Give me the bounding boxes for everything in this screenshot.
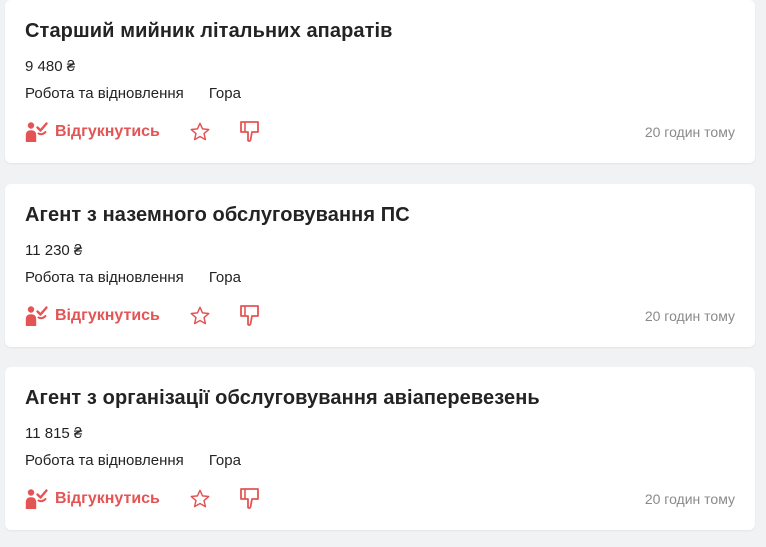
thumbs-down-icon: [239, 488, 259, 510]
favorite-button[interactable]: [186, 486, 214, 512]
posted-time: 20 годин тому: [644, 308, 735, 324]
vacancy-city: Гора: [208, 269, 241, 286]
respond-label: Відгукнутись: [55, 123, 160, 140]
vacancy-card[interactable]: Агент з наземного обслуговування ПС 11 2…: [5, 184, 755, 347]
vacancy-card[interactable]: Старший мийник літальних апаратів 9 480 …: [5, 0, 755, 163]
vacancy-salary: 9 480 ₴: [25, 58, 76, 75]
vacancy-actions: Відгукнутись: [25, 303, 264, 329]
vacancy-meta: Робота та відновлення Гора: [25, 269, 241, 286]
posted-time: 20 годин тому: [644, 124, 735, 140]
vacancy-city: Гора: [208, 85, 241, 102]
vacancy-card[interactable]: Агент з організації обслуговування авіап…: [5, 367, 755, 530]
vacancy-list: Старший мийник літальних апаратів 9 480 …: [0, 0, 766, 547]
star-outline-icon: [190, 306, 210, 325]
vacancy-category: Робота та відновлення: [25, 452, 184, 469]
vacancy-title[interactable]: Агент з наземного обслуговування ПС: [25, 204, 410, 227]
vacancy-category: Робота та відновлення: [25, 85, 184, 102]
vacancy-title[interactable]: Агент з організації обслуговування авіап…: [25, 387, 540, 410]
dislike-button[interactable]: [236, 486, 264, 512]
respond-label: Відгукнутись: [55, 490, 160, 507]
vacancy-meta: Робота та відновлення Гора: [25, 452, 241, 469]
dislike-button[interactable]: [236, 119, 264, 145]
posted-time: 20 годин тому: [644, 491, 735, 507]
star-outline-icon: [190, 489, 210, 508]
vacancy-actions: Відгукнутись: [25, 486, 264, 512]
respond-button[interactable]: Відгукнутись: [25, 121, 160, 143]
dislike-button[interactable]: [236, 303, 264, 329]
vacancy-salary: 11 230 ₴: [25, 242, 83, 259]
thumbs-down-icon: [239, 305, 259, 327]
respond-label: Відгукнутись: [55, 307, 160, 324]
vacancy-salary: 11 815 ₴: [25, 425, 83, 442]
respond-button[interactable]: Відгукнутись: [25, 488, 160, 510]
person-check-icon: [25, 306, 48, 326]
favorite-button[interactable]: [186, 119, 214, 145]
vacancy-title[interactable]: Старший мийник літальних апаратів: [25, 20, 393, 43]
vacancy-actions: Відгукнутись: [25, 119, 264, 145]
favorite-button[interactable]: [186, 303, 214, 329]
thumbs-down-icon: [239, 121, 259, 143]
person-check-icon: [25, 122, 48, 142]
respond-button[interactable]: Відгукнутись: [25, 305, 160, 327]
star-outline-icon: [190, 122, 210, 141]
vacancy-city: Гора: [208, 452, 241, 469]
person-check-icon: [25, 489, 48, 509]
vacancy-meta: Робота та відновлення Гора: [25, 85, 241, 102]
vacancy-category: Робота та відновлення: [25, 269, 184, 286]
